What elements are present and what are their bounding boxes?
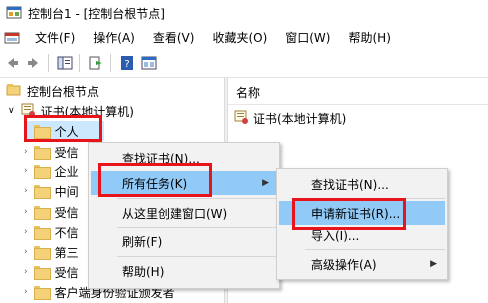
chevron-right-icon[interactable]: › [24,227,28,237]
menu-favorites[interactable]: 收藏夹(O) [203,27,276,49]
menu-help[interactable]: 帮助(H) [339,27,399,49]
title-bar: 控制台1 - [控制台根节点] [0,0,488,26]
chevron-right-icon[interactable]: › [24,267,28,277]
folder-icon [33,286,51,300]
tree-item-label: 受信 [54,265,79,280]
menu-separator [117,256,277,257]
menu-view[interactable]: 查看(V) [144,27,204,49]
annotation-box-personal [24,115,102,142]
column-header-divider [228,104,488,105]
menu-separator [117,198,277,199]
submenu-item-find-cert[interactable]: 查找证书(N)... [279,172,445,196]
chevron-right-icon[interactable]: › [24,186,28,196]
chevron-right-icon: ▶ [262,178,269,188]
tree-item[interactable]: › 不信 [24,222,79,242]
tree-item[interactable]: › 受信 [24,262,79,282]
menu-file[interactable]: 文件(F) [26,27,84,49]
menu-item-help[interactable]: 帮助(H) [91,259,277,283]
forward-arrow-icon[interactable] [24,53,44,73]
folder-icon [33,185,51,199]
console-view-icon[interactable] [139,53,159,73]
mmc-console-icon [6,5,22,21]
annotation-box-request-cert [292,198,406,230]
menu-bar: 文件(F) 操作(A) 查看(V) 收藏夹(O) 窗口(W) 帮助(H) [0,26,488,50]
menu-separator [305,249,445,250]
tree-item[interactable]: › 第三 [24,242,79,262]
tree-item[interactable]: › 受信 [24,202,79,222]
certificate-icon [234,110,249,127]
menu-item-label: 帮助(H) [122,264,165,279]
menu-item-label: 刷新(F) [122,234,163,249]
export-list-icon[interactable] [86,53,106,73]
folder-icon [33,146,51,160]
tree-item-label: 第三 [54,245,79,260]
menu-item-label: 高级操作(A) [311,257,377,272]
chevron-right-icon: ▶ [430,259,437,269]
menu-item-refresh[interactable]: 刷新(F) [91,229,277,253]
tree-item-label: 受信 [54,205,79,220]
tree-item-label: 不信 [54,225,79,240]
annotation-box-all-tasks [98,163,212,197]
menu-item-label: 查找证书(N)... [311,177,389,192]
folder-icon [33,206,51,220]
toolbar-separator [110,54,111,72]
window-title: 控制台1 - [控制台根节点] [28,6,165,21]
tree-item[interactable]: › 受信 [24,142,79,162]
folder-icon [33,246,51,260]
list-item-label: 证书(本地计算机) [253,111,347,126]
menu-item-new-window[interactable]: 从这里创建窗口(W) [91,201,277,225]
folder-icon [33,165,51,179]
menu-item-label: 从这里创建窗口(W) [122,206,228,221]
menu-window[interactable]: 窗口(W) [276,27,339,49]
column-header-name[interactable]: 名称 [236,84,260,101]
tree-item-label: 企业 [54,164,79,179]
chevron-right-icon[interactable]: › [24,147,28,157]
svg-text:?: ? [124,59,129,70]
menu-separator [117,227,277,228]
chevron-right-icon[interactable]: › [24,247,28,257]
folder-icon [33,266,51,280]
list-item[interactable]: 证书(本地计算机) [234,108,346,128]
back-arrow-icon[interactable] [2,53,22,73]
chevron-right-icon[interactable]: › [24,166,28,176]
tree-item-label: 中间 [54,184,79,199]
console-root-icon [6,83,21,100]
folder-icon [33,226,51,240]
tree-root-label: 控制台根节点 [27,84,100,99]
submenu-item-advanced[interactable]: 高级操作(A) ▶ [279,252,445,276]
chevron-down-icon[interactable]: ∨ [8,106,15,116]
tree-item-label: 受信 [54,145,79,160]
toolbar-separator [79,54,80,72]
chevron-right-icon[interactable]: › [24,207,28,217]
menu-action[interactable]: 操作(A) [84,27,144,49]
help-icon[interactable]: ? [117,53,137,73]
toolbar-separator [48,54,49,72]
console-tree-icon[interactable] [55,53,75,73]
tree-item[interactable]: › 企业 [24,161,79,181]
tree-item[interactable]: › 中间 [24,181,79,201]
chevron-right-icon[interactable]: › [24,287,28,297]
toolbar: ? [0,50,488,76]
console-system-menu-icon[interactable] [4,30,20,46]
tree-item-root[interactable]: 控制台根节点 [6,81,99,101]
